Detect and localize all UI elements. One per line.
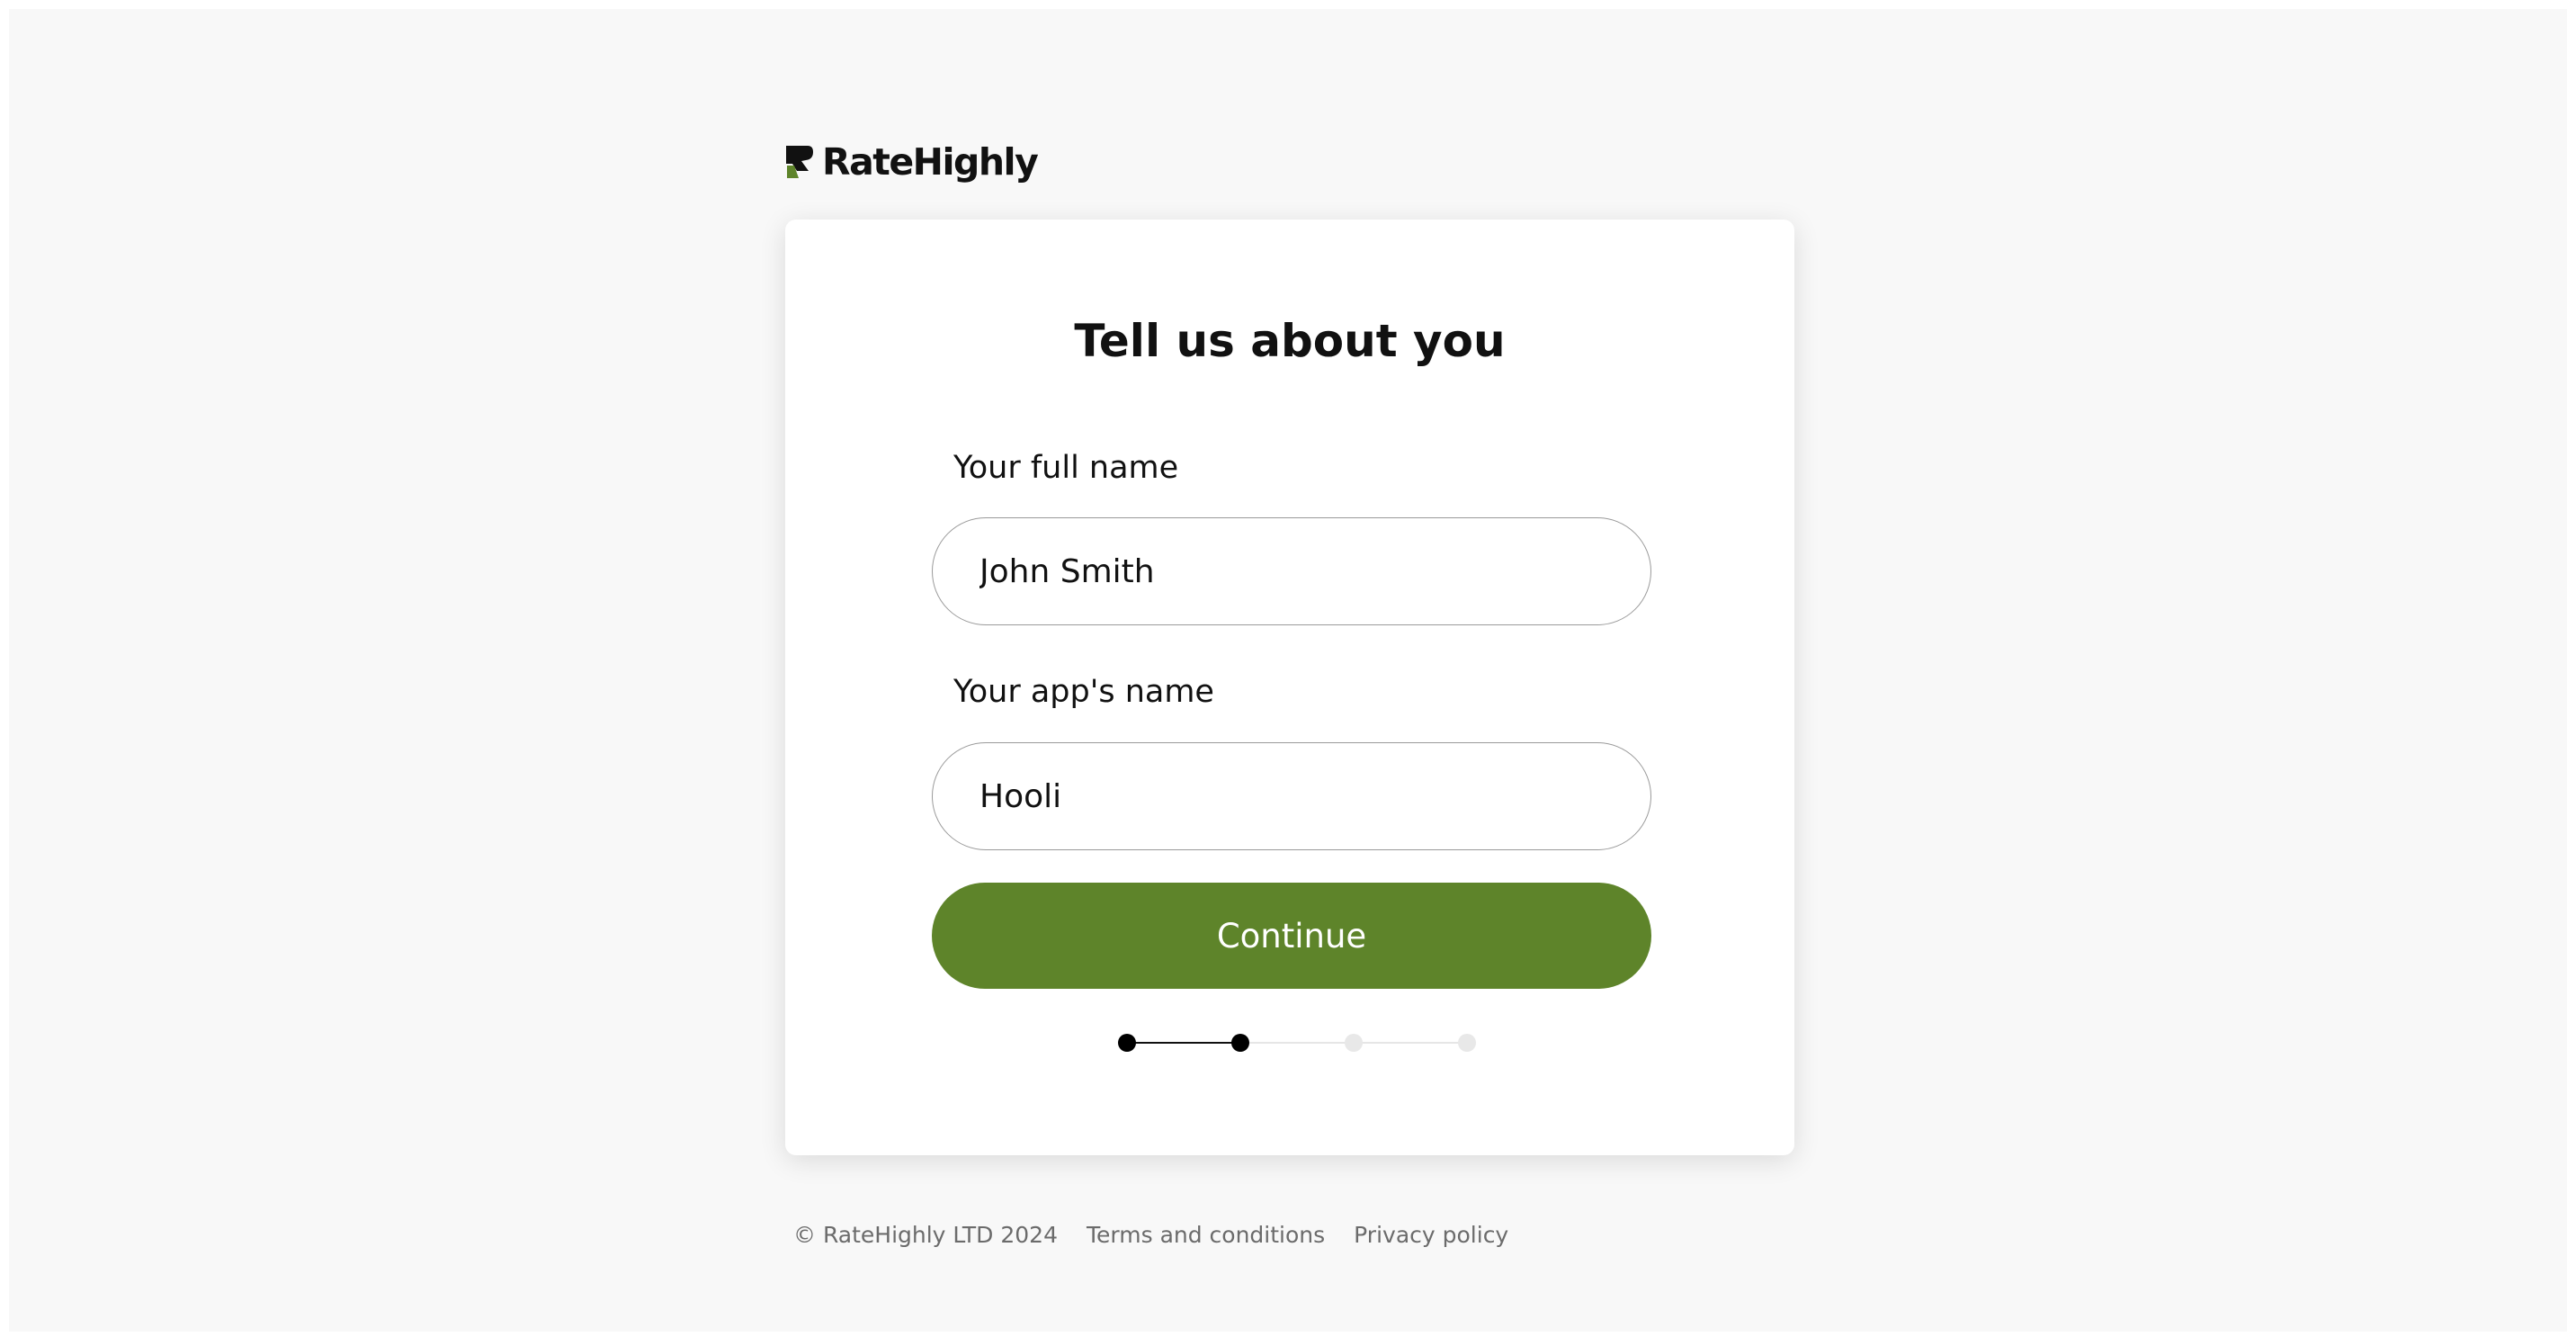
ratehighly-logo-icon [786,146,813,178]
progress-connector [1127,1042,1240,1044]
full-name-label: Your full name [953,450,1179,486]
card-title: Tell us about you [1074,315,1506,367]
progress-stepper [1118,1029,1478,1056]
full-name-input[interactable] [932,517,1651,625]
progress-step-dot [1118,1034,1136,1052]
footer: © RateHighly LTD 2024 Terms and conditio… [793,1222,1537,1248]
brand-name: RateHighly [822,140,1039,184]
page-background: RateHighly Tell us about you Your full n… [9,9,2567,1332]
progress-step-dot [1345,1034,1363,1052]
onboarding-card: Tell us about you Your full name Your ap… [785,220,1794,1155]
progress-connector [1240,1042,1354,1044]
app-name-label: Your app's name [953,674,1214,710]
progress-step-dot [1231,1034,1249,1052]
terms-link[interactable]: Terms and conditions [1087,1222,1325,1248]
progress-connector [1354,1042,1467,1044]
privacy-link[interactable]: Privacy policy [1354,1222,1508,1248]
continue-button[interactable]: Continue [932,883,1651,989]
ratehighly-logo[interactable]: RateHighly [784,137,1039,187]
progress-step-dot [1458,1034,1476,1052]
copyright-text: © RateHighly LTD 2024 [793,1222,1058,1248]
app-name-input[interactable] [932,742,1651,850]
